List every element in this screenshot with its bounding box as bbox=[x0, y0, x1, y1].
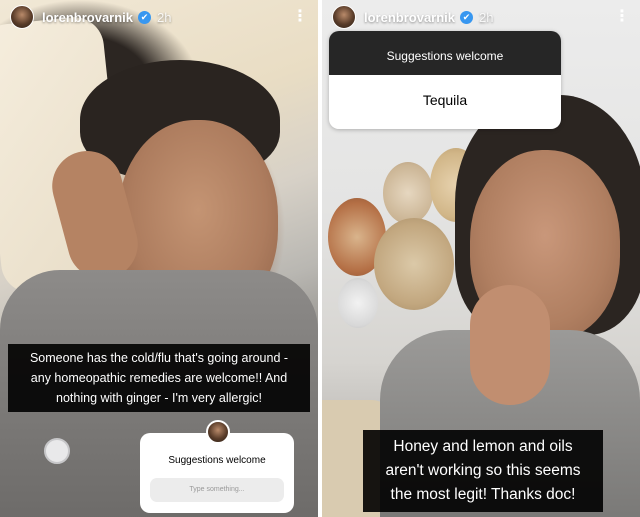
verified-badge-icon: ✔ bbox=[138, 10, 152, 24]
more-options-icon[interactable]: ⋮ bbox=[290, 7, 310, 27]
wall-decor-plate bbox=[374, 218, 454, 310]
caption-line: Honey and lemon and oils bbox=[393, 438, 573, 455]
caption-line: nothing with ginger - I'm very allergic! bbox=[56, 391, 262, 405]
question-sticker-avatar bbox=[206, 420, 230, 444]
caption-line: Someone has the cold/flu that's going ar… bbox=[29, 351, 289, 365]
question-sticker-answer: Tequila bbox=[329, 75, 561, 129]
post-time: 2h bbox=[157, 9, 172, 25]
question-sticker-title: Suggestions welcome bbox=[168, 455, 266, 466]
person-hand-image bbox=[470, 285, 550, 405]
wall-decor-macrame bbox=[338, 278, 378, 328]
story-header: lorenbrovarnik ✔ 2h ⋮ bbox=[10, 4, 310, 30]
caption-line: any homeopathic remedies are welcome!! A… bbox=[30, 371, 288, 385]
wall-decor-plate bbox=[383, 162, 433, 224]
avatar[interactable] bbox=[332, 5, 356, 29]
story-caption: Honey and lemon and oils aren't working … bbox=[363, 430, 603, 512]
question-answer-sticker[interactable]: Suggestions welcome Tequila bbox=[329, 31, 561, 129]
question-sticker-title: Suggestions welcome bbox=[329, 31, 561, 75]
caption-line: the most legit! Thanks doc! bbox=[390, 486, 576, 503]
more-options-icon[interactable]: ⋮ bbox=[612, 7, 632, 27]
voted-sticker-icon bbox=[44, 438, 70, 464]
story-header: lorenbrovarnik ✔ 2h ⋮ bbox=[332, 4, 632, 30]
post-time: 2h bbox=[479, 9, 494, 25]
username[interactable]: lorenbrovarnik bbox=[42, 10, 133, 25]
story-caption: Someone has the cold/flu that's going ar… bbox=[8, 344, 310, 412]
question-answer-input[interactable]: Type something... bbox=[150, 478, 284, 502]
avatar[interactable] bbox=[10, 5, 34, 29]
caption-line: aren't working so this seems bbox=[385, 462, 581, 479]
username[interactable]: lorenbrovarnik bbox=[364, 10, 455, 25]
verified-badge-icon: ✔ bbox=[460, 10, 474, 24]
